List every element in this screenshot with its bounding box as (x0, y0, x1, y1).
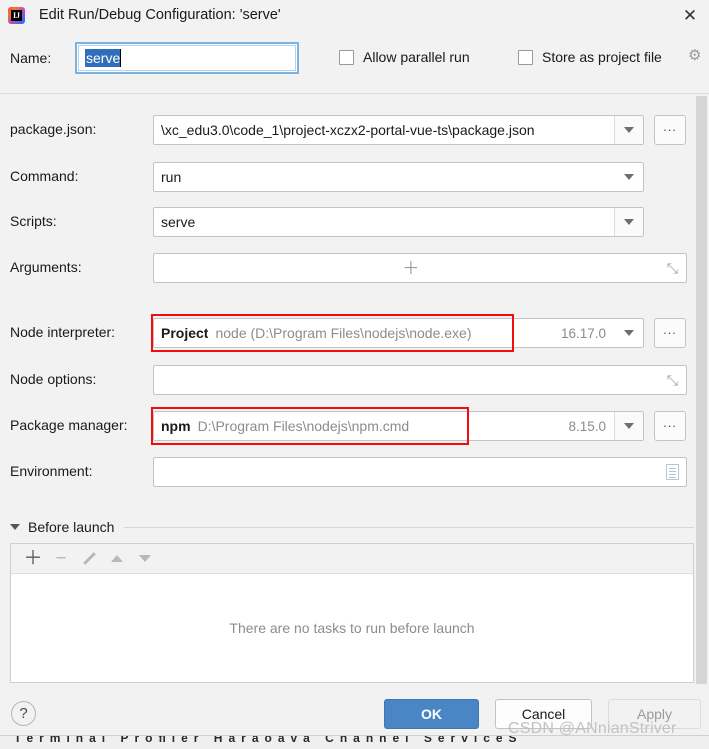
arguments-label: Arguments: (10, 259, 82, 275)
checkbox-box[interactable] (339, 49, 354, 65)
name-label: Name: (10, 50, 52, 66)
environment-input[interactable] (153, 457, 687, 487)
ide-statusbar-text: Terminal Proﬁler Haraoava Channel Servic… (14, 735, 523, 745)
env-variables-icon[interactable] (666, 464, 679, 480)
ok-button[interactable]: OK (384, 699, 479, 729)
intellij-logo-letter: IJ (12, 10, 21, 20)
name-input-inner: serve (78, 45, 296, 71)
gear-icon[interactable]: ⚙ (688, 48, 704, 65)
package-manager-value: D:\Program Files\nodejs\npm.cmd (197, 418, 410, 434)
before-launch-empty-message: There are no tasks to run before launch (229, 620, 475, 636)
node-options-input[interactable]: ⤡ (153, 365, 687, 395)
divider (0, 93, 709, 94)
vertical-scrollbar[interactable] (694, 95, 709, 685)
store-as-project-file-label: Store as project file (542, 49, 662, 65)
package-json-browse-button[interactable]: ... (654, 115, 686, 145)
move-up-button[interactable] (103, 546, 131, 572)
plus-icon: ＋ (23, 548, 43, 569)
chevron-down-icon[interactable] (614, 116, 643, 144)
pencil-icon (82, 552, 96, 566)
edit-run-debug-configuration-dialog: IJ Edit Run/Debug Configuration: 'serve'… (0, 0, 709, 749)
node-interpreter-label: Node interpreter: (10, 324, 116, 340)
environment-label: Environment: (10, 463, 93, 479)
scripts-value: serve (161, 214, 196, 230)
close-icon[interactable]: ✕ (675, 2, 705, 28)
move-down-button[interactable] (131, 546, 159, 572)
allow-parallel-run-label: Allow parallel run (363, 49, 470, 65)
node-interpreter-version: 16.17.0 (560, 325, 606, 341)
node-interpreter-value: node (D:\Program Files\nodejs\node.exe) (215, 325, 472, 341)
chevron-down-icon[interactable] (614, 412, 643, 440)
package-json-label: package.json: (10, 121, 97, 137)
before-launch-header[interactable]: Before launch (10, 519, 694, 535)
checkbox-box[interactable] (518, 49, 533, 65)
arrow-up-icon (111, 555, 123, 562)
add-icon[interactable]: ＋ (402, 260, 419, 277)
allow-parallel-run-checkbox[interactable]: Allow parallel run (339, 49, 470, 65)
node-options-label: Node options: (10, 371, 97, 387)
package-manager-label: Package manager: (10, 417, 128, 433)
command-label: Command: (10, 168, 79, 184)
dialog-titlebar: IJ Edit Run/Debug Configuration: 'serve'… (0, 0, 709, 30)
node-interpreter-combo[interactable]: Project node (D:\Program Files\nodejs\no… (153, 318, 644, 348)
before-launch-panel: ＋ − There are no tasks to run before lau… (10, 543, 694, 683)
command-combo[interactable]: run (153, 162, 644, 192)
section-divider (124, 527, 694, 528)
package-manager-version: 8.15.0 (568, 418, 606, 434)
chevron-down-icon[interactable] (614, 319, 643, 347)
name-input[interactable]: serve (75, 42, 299, 74)
chevron-down-icon[interactable] (614, 163, 643, 191)
help-button[interactable]: ? (11, 701, 36, 726)
package-manager-combo[interactable]: npm D:\Program Files\nodejs\npm.cmd 8.15… (153, 411, 644, 441)
arguments-input[interactable]: ＋ ⤡ (153, 253, 687, 283)
node-interpreter-browse-button[interactable]: ... (654, 318, 686, 348)
minus-icon: − (55, 548, 67, 569)
configuration-form: package.json: \xc_edu3.0\code_1\project-… (0, 95, 694, 512)
scrollbar-thumb[interactable] (696, 96, 707, 684)
chevron-down-icon[interactable] (614, 208, 643, 236)
scripts-label: Scripts: (10, 213, 57, 229)
package-json-combo[interactable]: \xc_edu3.0\code_1\project-xczx2-portal-v… (153, 115, 644, 145)
package-json-value: \xc_edu3.0\code_1\project-xczx2-portal-v… (161, 122, 535, 138)
dialog-title: Edit Run/Debug Configuration: 'serve' (39, 7, 281, 23)
package-manager-browse-button[interactable]: ... (654, 411, 686, 441)
ide-statusbar-strip: Terminal Proﬁler Haraoava Channel Servic… (0, 735, 709, 749)
node-interpreter-scope: Project (161, 325, 209, 341)
add-task-button[interactable]: ＋ (19, 546, 47, 572)
store-as-project-file-checkbox[interactable]: Store as project file (518, 49, 662, 65)
expand-icon[interactable]: ⤡ (667, 373, 678, 387)
expand-icon[interactable]: ⤡ (667, 261, 678, 275)
package-manager-scope: npm (161, 418, 191, 434)
chevron-down-icon[interactable] (10, 524, 20, 530)
command-value: run (161, 169, 182, 185)
remove-task-button[interactable]: − (47, 546, 75, 572)
name-input-value: serve (85, 49, 122, 67)
intellij-logo-icon: IJ (8, 6, 25, 24)
arrow-down-icon (139, 555, 151, 562)
edit-task-button[interactable] (75, 546, 103, 572)
before-launch-title: Before launch (28, 519, 115, 535)
before-launch-toolbar: ＋ − (11, 544, 693, 574)
scripts-combo[interactable]: serve (153, 207, 644, 237)
